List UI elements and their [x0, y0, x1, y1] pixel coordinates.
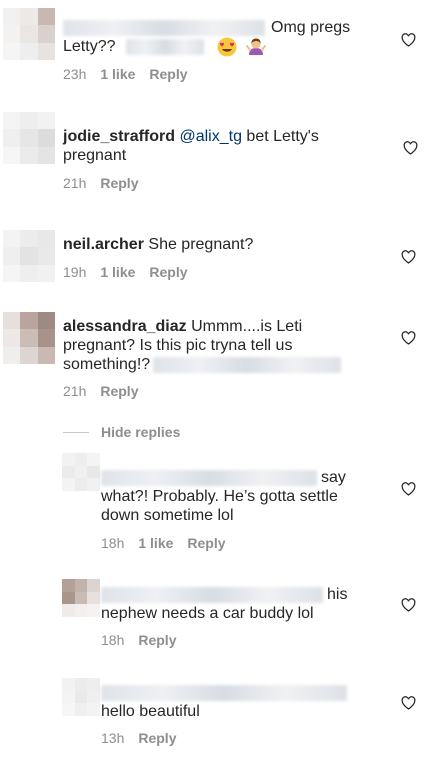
reply-text: say what?! Probably. He’s gotta settle d… [101, 468, 391, 525]
heart-outline-icon[interactable] [403, 141, 418, 155]
heart-outline-icon[interactable] [401, 33, 416, 47]
hide-replies-label: Hide replies [101, 424, 181, 440]
reply-text-line-1: hello beautiful [101, 703, 200, 720]
reply-button[interactable]: Reply [187, 535, 225, 551]
avatar[interactable] [62, 453, 100, 491]
mention-link[interactable]: @alix_tg [179, 128, 242, 145]
comment-text-line-1: Ummm....is Leti [191, 318, 303, 335]
reply-text: his nephew needs a car buddy lol [101, 585, 391, 623]
divider [63, 431, 89, 433]
blurred-text [153, 356, 342, 373]
avatar[interactable] [62, 579, 100, 617]
reply-text: hello beautiful [101, 683, 391, 721]
avatar[interactable] [3, 312, 55, 364]
woman-shrugging-icon [245, 38, 266, 55]
username[interactable]: neil.archer [63, 236, 144, 253]
reply-button[interactable]: Reply [100, 383, 138, 399]
comment-meta: 23h 1 like Reply [63, 66, 202, 82]
heart-outline-icon[interactable] [401, 696, 416, 710]
reply-text-line-1: say [321, 469, 346, 486]
blurred-username [101, 684, 347, 701]
timestamp: 23h [63, 66, 87, 82]
avatar[interactable] [62, 678, 100, 716]
reply-button[interactable]: Reply [138, 730, 176, 746]
likes-count[interactable]: 1 like [100, 66, 135, 82]
likes-count[interactable]: 1 like [100, 264, 135, 280]
reply-text-line-2: nephew needs a car buddy lol [101, 605, 314, 622]
comment-text-line-2: Letty?? [63, 38, 116, 56]
comment-text: jodie_strafford @alix_tg bet Letty's pre… [63, 127, 393, 165]
blurred-username [101, 586, 323, 603]
comment-text: alessandra_diaz Ummm....is Leti pregnant… [63, 317, 393, 374]
blurred-mention [125, 39, 204, 55]
comment-text-line-1: She pregnant? [148, 236, 254, 253]
comment-text: Omg pregs Letty?? [63, 18, 393, 57]
heart-outline-icon[interactable] [401, 598, 416, 612]
blurred-username [63, 19, 265, 36]
blurred-username [101, 469, 317, 486]
hide-replies-button[interactable]: Hide replies [63, 424, 180, 440]
reply-text-line-3: down sometime lol [101, 507, 234, 524]
username[interactable]: alessandra_diaz [63, 318, 187, 335]
timestamp: 13h [101, 730, 125, 746]
reply-button[interactable]: Reply [138, 632, 176, 648]
reply-meta: 18h Reply [101, 632, 190, 648]
likes-count[interactable]: 1 like [138, 535, 173, 551]
comment-text-line-1: Omg pregs [271, 19, 351, 36]
comment-text-line-1: bet Letty's [246, 128, 319, 145]
heart-outline-icon[interactable] [401, 331, 416, 345]
comment-text-line-3: something!? [63, 356, 151, 373]
timestamp: 18h [101, 535, 125, 551]
heart-outline-icon[interactable] [401, 482, 416, 496]
comment-text-line-2: pregnant [63, 147, 127, 164]
comment-text-line-2: pregnant? Is this pic tryna tell us [63, 337, 293, 354]
heart-outline-icon[interactable] [401, 250, 416, 264]
timestamp: 21h [63, 383, 87, 399]
smiling-face-heart-eyes-icon [217, 37, 237, 57]
reply-meta: 13h Reply [101, 730, 190, 746]
avatar[interactable] [3, 230, 55, 282]
reply-button[interactable]: Reply [149, 264, 187, 280]
reply-meta: 18h 1 like Reply [101, 535, 240, 551]
reply-button[interactable]: Reply [100, 175, 138, 191]
avatar[interactable] [3, 8, 55, 60]
avatar[interactable] [3, 112, 55, 164]
reply-text-line-2: what?! Probably. He’s gotta settle [101, 488, 338, 505]
reply-button[interactable]: Reply [149, 66, 187, 82]
comment-meta: 21h Reply [63, 383, 152, 399]
timestamp: 21h [63, 175, 87, 191]
comment-meta: 21h Reply [63, 175, 152, 191]
timestamp: 19h [63, 264, 87, 280]
comment-meta: 19h 1 like Reply [63, 264, 202, 280]
username[interactable]: jodie_strafford [63, 128, 175, 145]
reply-text-line-1: his [327, 586, 348, 603]
comment-text: neil.archer She pregnant? [63, 235, 393, 254]
timestamp: 18h [101, 632, 125, 648]
